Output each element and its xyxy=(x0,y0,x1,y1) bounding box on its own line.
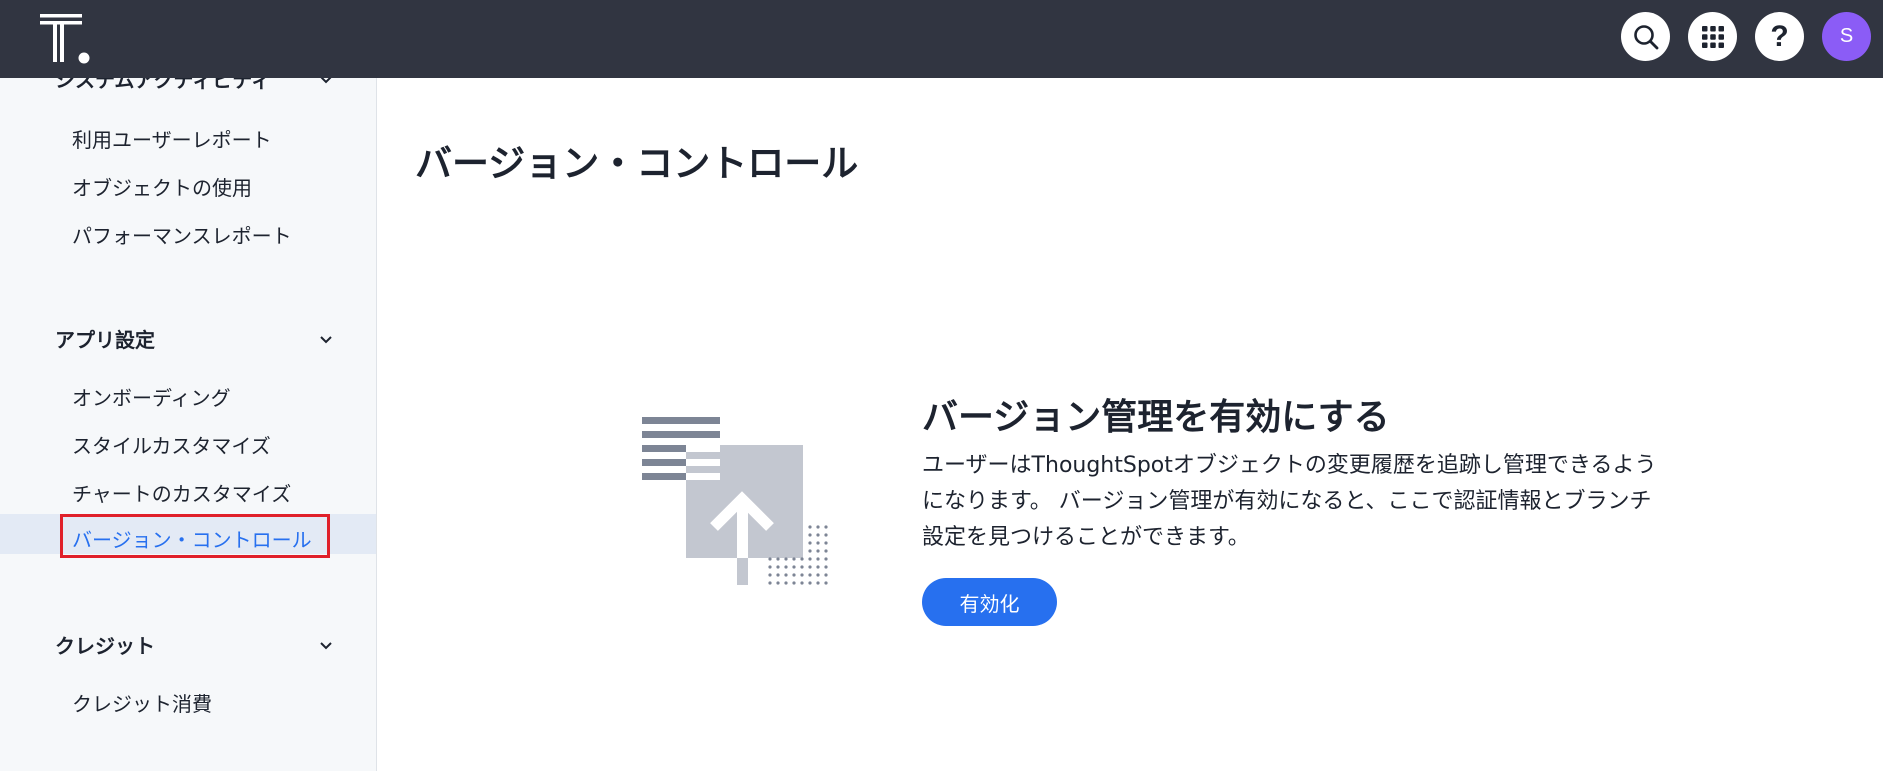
section-label: クレジット xyxy=(55,634,155,658)
sidebar-item-object-usage[interactable]: オブジェクトの使用 xyxy=(72,172,252,201)
section-label: アプリ設定 xyxy=(55,328,155,352)
search-button[interactable] xyxy=(1621,12,1670,61)
help-button[interactable]: ? xyxy=(1755,12,1804,61)
top-navigation-bar: ? S xyxy=(0,0,1883,78)
section-header-app-settings[interactable]: アプリ設定 xyxy=(55,324,335,353)
page-title: バージョン・コントロール xyxy=(415,142,859,185)
apps-grid-icon xyxy=(1701,25,1724,48)
empty-state-heading: バージョン管理を有効にする xyxy=(922,397,1390,438)
sidebar-item-onboarding[interactable]: オンボーディング xyxy=(72,382,231,411)
sidebar-item-user-report[interactable]: 利用ユーザーレポート xyxy=(72,124,272,153)
version-upload-illustration xyxy=(642,417,828,585)
highlight-annotation-box xyxy=(60,514,330,558)
section-label: システムアクティビティ xyxy=(55,78,271,92)
thoughtspot-logo[interactable] xyxy=(40,14,92,64)
section-header-credits[interactable]: クレジット xyxy=(55,630,335,659)
empty-state-description: ユーザーはThoughtSpotオブジェクトの変更履歴を追跡し管理できるようにな… xyxy=(922,453,1657,550)
help-icon: ? xyxy=(1770,19,1789,53)
search-icon xyxy=(1633,24,1658,49)
avatar[interactable]: S xyxy=(1822,12,1871,61)
chevron-down-icon xyxy=(320,641,332,649)
sidebar-item-credit-consumption[interactable]: クレジット消費 xyxy=(72,688,212,717)
admin-sidebar: システムアクティビティ 利用ユーザーレポート オブジェクトの使用 パフォーマンス… xyxy=(0,78,377,771)
section-header-system-activity[interactable]: システムアクティビティ xyxy=(55,78,335,93)
sidebar-item-style-customize[interactable]: スタイルカスタマイズ xyxy=(72,430,271,459)
enable-button[interactable]: 有効化 xyxy=(922,578,1057,626)
apps-button[interactable] xyxy=(1688,12,1737,61)
chevron-down-icon xyxy=(321,78,331,83)
sidebar-item-performance-report[interactable]: パフォーマンスレポート xyxy=(72,220,292,249)
chevron-down-icon xyxy=(320,335,332,343)
sidebar-item-chart-customize[interactable]: チャートのカスタマイズ xyxy=(72,478,291,507)
avatar-initial: S xyxy=(1839,25,1854,47)
